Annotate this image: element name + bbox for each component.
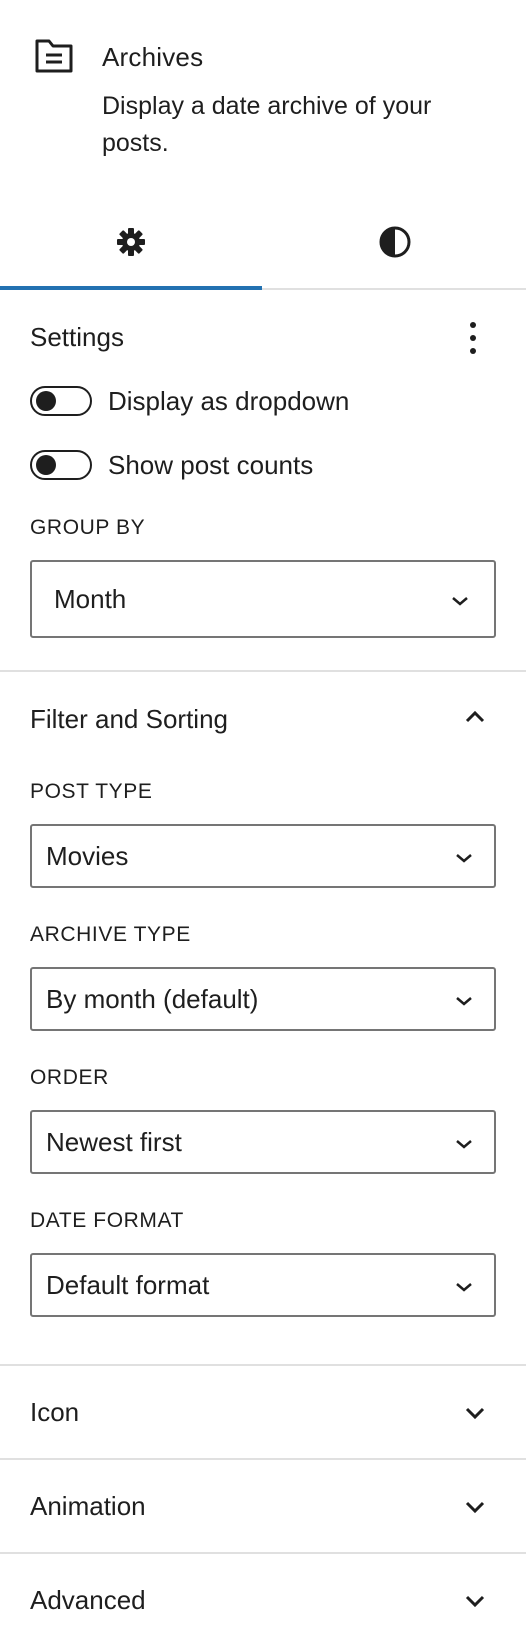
more-vertical-icon[interactable] [458, 318, 488, 358]
show-post-counts-toggle[interactable] [30, 450, 92, 480]
date-format-select[interactable]: Default format [30, 1253, 496, 1317]
chevron-down-icon[interactable] [464, 1594, 486, 1608]
display-as-dropdown-toggle-row[interactable]: Display as dropdown [30, 384, 349, 418]
icon-panel[interactable]: Icon [0, 1366, 526, 1460]
settings-panel: Settings Display as dropdown Show post c… [0, 290, 526, 672]
block-title: Archives [102, 42, 204, 72]
chevron-up-icon[interactable] [464, 710, 486, 724]
chevron-down-icon [450, 594, 470, 606]
order-label: ORDER [30, 1066, 109, 1089]
animation-panel[interactable]: Animation [0, 1460, 526, 1554]
archive-document-icon [34, 38, 74, 74]
chevron-down-icon [454, 851, 474, 863]
toggle-knob [36, 455, 56, 475]
toggle-label: Show post counts [108, 450, 314, 480]
advanced-panel-title[interactable]: Advanced [30, 1583, 146, 1617]
animation-panel-title[interactable]: Animation [30, 1489, 146, 1523]
post-type-select[interactable]: Movies [30, 824, 496, 888]
chevron-down-icon[interactable] [464, 1406, 486, 1420]
date-format-label: DATE FORMAT [30, 1209, 184, 1232]
chevron-down-icon [454, 1137, 474, 1149]
select-value: Newest first [46, 1127, 182, 1157]
contrast-half-circle-icon [378, 225, 412, 264]
toggle-knob [36, 391, 56, 411]
order-select[interactable]: Newest first [30, 1110, 496, 1174]
select-value: Movies [46, 841, 129, 871]
inspector-tabs [0, 200, 526, 290]
chevron-down-icon [454, 1280, 474, 1292]
gear-icon [115, 226, 147, 263]
select-value: By month (default) [46, 984, 259, 1014]
archive-type-select[interactable]: By month (default) [30, 967, 496, 1031]
icon-panel-title[interactable]: Icon [30, 1395, 79, 1429]
group-by-label: GROUP BY [30, 516, 146, 539]
select-value: Default format [46, 1270, 210, 1300]
archive-type-label: ARCHIVE TYPE [30, 923, 191, 946]
toggle-label: Display as dropdown [108, 386, 350, 416]
show-post-counts-toggle-row[interactable]: Show post counts [30, 448, 313, 482]
settings-panel-title: Settings [30, 322, 124, 352]
block-card: Archives Display a date archive of your … [0, 0, 526, 200]
filter-panel-title[interactable]: Filter and Sorting [30, 702, 228, 736]
chevron-down-icon [454, 994, 474, 1006]
tab-styles[interactable] [264, 200, 526, 288]
block-description: Display a date archive of your posts. [102, 92, 432, 157]
display-as-dropdown-toggle[interactable] [30, 386, 92, 416]
select-value: Month [54, 584, 127, 614]
tab-settings[interactable] [0, 200, 262, 290]
group-by-select[interactable]: Month [30, 560, 496, 638]
post-type-label: POST TYPE [30, 780, 153, 803]
chevron-down-icon[interactable] [464, 1500, 486, 1514]
advanced-panel[interactable]: Advanced [0, 1554, 526, 1646]
filter-and-sorting-panel: Filter and Sorting POST TYPE Movies ARCH… [0, 672, 526, 1366]
